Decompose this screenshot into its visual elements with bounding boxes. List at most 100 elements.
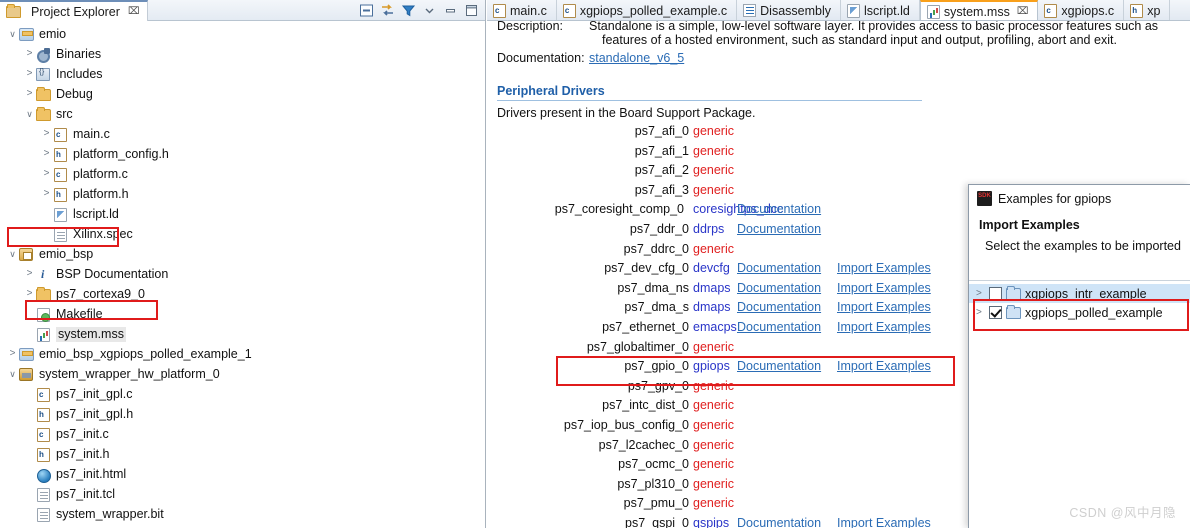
chevron-down-icon[interactable]	[23, 110, 36, 119]
tree-item-system-wrapper-hw-platform-0[interactable]: system_wrapper_hw_platform_0	[0, 364, 485, 384]
example-item-xgpiops-polled-example[interactable]: > xgpiops_polled_example	[969, 303, 1190, 322]
project-tree[interactable]: emio Binaries Includes Debug srcmain.c platfo…	[0, 21, 485, 528]
documentation-label: Documentation:	[497, 51, 585, 65]
close-icon[interactable]: ⌧	[128, 6, 140, 17]
examples-tree[interactable]: > xgpiops_intr_example > xgpiops_polled_exa…	[969, 280, 1190, 528]
project-explorer-tab-label: Project Explorer	[31, 4, 120, 19]
editor-tab-xgpiops-polled-example-c[interactable]: xgpiops_polled_example.c	[557, 0, 738, 20]
tree-item-src[interactable]: src	[0, 104, 485, 124]
documentation-link[interactable]: Documentation	[737, 261, 821, 275]
documentation-link[interactable]: Documentation	[737, 222, 821, 236]
tree-item-bsp-documentation[interactable]: BSP Documentation	[0, 264, 485, 284]
chevron-right-icon[interactable]	[6, 349, 19, 359]
import-examples-link[interactable]: Import Examples	[837, 261, 931, 275]
documentation-link[interactable]: Documentation	[737, 300, 821, 314]
tree-item-lscript-ld[interactable]: lscript.ld	[0, 204, 485, 224]
sdk-window: Project Explorer ⌧ ∨ emio > Binaries > {…	[0, 0, 1190, 528]
driver-type: generic	[693, 398, 734, 413]
example-item-xgpiops-intr-example[interactable]: > xgpiops_intr_example	[969, 284, 1190, 303]
tree-item-ps7-init-gpl-c[interactable]: ps7_init_gpl.c	[0, 384, 485, 404]
import-examples-dialog: Examples for gpiops Import Examples Sele…	[968, 184, 1190, 528]
tree-item-ps7-cortexa9-0[interactable]: ps7_cortexa9_0	[0, 284, 485, 304]
close-icon[interactable]: ⌧	[1017, 6, 1029, 17]
tree-item-ps7-init-tcl[interactable]: ps7_init.tcl	[0, 484, 485, 504]
import-examples-link[interactable]: Import Examples	[837, 281, 931, 295]
chevron-right-icon[interactable]	[23, 89, 36, 99]
link-with-editor-icon[interactable]	[380, 3, 395, 18]
tree-item-includes[interactable]: Includes	[0, 64, 485, 84]
editor-tabbar[interactable]: main.c xgpiops_polled_example.c Disassembl…	[487, 0, 1190, 21]
documentation-link[interactable]: Documentation	[737, 516, 821, 528]
editor-tab-label: xgpiops_polled_example.c	[579, 3, 728, 18]
editor-tab-lscript-ld[interactable]: lscript.ld	[841, 0, 920, 20]
example-checkbox[interactable]	[989, 306, 1002, 319]
documentation-link[interactable]: Documentation	[737, 359, 821, 373]
driver-type: generic	[693, 457, 734, 472]
section-heading-text: Peripheral Drivers	[497, 84, 605, 98]
tree-item-debug[interactable]: Debug	[0, 84, 485, 104]
chevron-down-icon[interactable]	[6, 250, 19, 259]
editor-tab-xp[interactable]: xp	[1124, 0, 1171, 20]
tree-item-label: platform_config.h	[73, 146, 169, 161]
chevron-down-icon[interactable]	[6, 370, 19, 379]
tree-item-label: Debug	[56, 86, 93, 101]
tab-project-explorer[interactable]: Project Explorer ⌧	[0, 0, 149, 21]
tree-item-emio[interactable]: emio	[0, 24, 485, 44]
chevron-right-icon[interactable]: >	[976, 307, 989, 318]
c-file-icon	[1044, 3, 1058, 18]
description-line-1: Standalone is a simple, low-level softwa…	[589, 21, 1159, 33]
driver-name: ps7_dma_ns	[617, 280, 689, 295]
editor-tab-system-mss[interactable]: system.mss ⌧	[919, 0, 1039, 20]
mss-icon	[36, 327, 52, 342]
tree-item-platform-h[interactable]: platform.h	[0, 184, 485, 204]
chevron-right-icon[interactable]	[23, 49, 36, 59]
tree-item-system-wrapper-bit[interactable]: system_wrapper.bit	[0, 504, 485, 524]
tree-item-system-mss[interactable]: system.mss	[0, 324, 485, 344]
chevron-right-icon[interactable]	[23, 289, 36, 299]
chevron-right-icon[interactable]	[40, 169, 53, 179]
filter-icon[interactable]	[401, 3, 416, 18]
chevron-right-icon[interactable]	[23, 69, 36, 79]
chevron-right-icon[interactable]	[40, 149, 53, 159]
tree-item-ps7-init-gpl-h[interactable]: ps7_init_gpl.h	[0, 404, 485, 424]
chevron-right-icon[interactable]	[40, 129, 53, 139]
import-examples-link[interactable]: Import Examples	[837, 300, 931, 314]
documentation-link[interactable]: Documentation	[737, 281, 821, 295]
driver-name: ps7_gpio_0	[624, 359, 689, 374]
tree-item-main-c[interactable]: main.c	[0, 124, 485, 144]
project-explorer-icon	[6, 4, 22, 19]
tree-item-system-hdf[interactable]: system.hdf	[0, 524, 485, 528]
tree-item-xilinx-spec[interactable]: Xilinx.spec	[0, 224, 485, 244]
documentation-link[interactable]: Documentation	[737, 202, 821, 216]
project-explorer-tabbar: Project Explorer ⌧	[0, 0, 485, 21]
driver-name: ps7_qspi_0	[625, 515, 689, 528]
chevron-right-icon[interactable]: >	[976, 288, 989, 299]
inc-icon	[36, 67, 52, 82]
collapse-all-icon[interactable]	[359, 3, 374, 18]
tree-item-platform-config-h[interactable]: platform_config.h	[0, 144, 485, 164]
folder-icon	[36, 106, 52, 122]
tree-item-ps7-init-html[interactable]: ps7_init.html	[0, 464, 485, 484]
tree-item-platform-c[interactable]: platform.c	[0, 164, 485, 184]
import-examples-link[interactable]: Import Examples	[837, 359, 931, 373]
tree-item-ps7-init-c[interactable]: ps7_init.c	[0, 424, 485, 444]
maximize-icon[interactable]	[464, 3, 479, 18]
tree-item-emio-bsp[interactable]: emio_bsp	[0, 244, 485, 264]
tree-item-ps7-init-h[interactable]: ps7_init.h	[0, 444, 485, 464]
import-examples-link[interactable]: Import Examples	[837, 320, 931, 334]
tree-item-emio-bsp-xgpiops-polled-example-1[interactable]: emio_bsp_xgpiops_polled_example_1	[0, 344, 485, 364]
chevron-right-icon[interactable]	[23, 269, 36, 279]
chevron-down-icon[interactable]	[6, 30, 19, 39]
example-checkbox[interactable]	[989, 287, 1002, 300]
tree-item-binaries[interactable]: Binaries	[0, 44, 485, 64]
editor-tab-main-c[interactable]: main.c	[487, 0, 557, 20]
editor-tab-disassembly[interactable]: Disassembly	[737, 0, 842, 20]
import-examples-link[interactable]: Import Examples	[837, 516, 931, 528]
chevron-right-icon[interactable]	[40, 189, 53, 199]
tree-item-makefile[interactable]: Makefile	[0, 304, 485, 324]
editor-tab-xgpiops-c[interactable]: xgpiops.c	[1038, 0, 1125, 20]
minimize-icon[interactable]	[443, 3, 458, 18]
standalone-doc-link[interactable]: standalone_v6_5	[589, 51, 684, 65]
documentation-link[interactable]: Documentation	[737, 320, 821, 334]
view-menu-icon[interactable]	[422, 3, 437, 18]
